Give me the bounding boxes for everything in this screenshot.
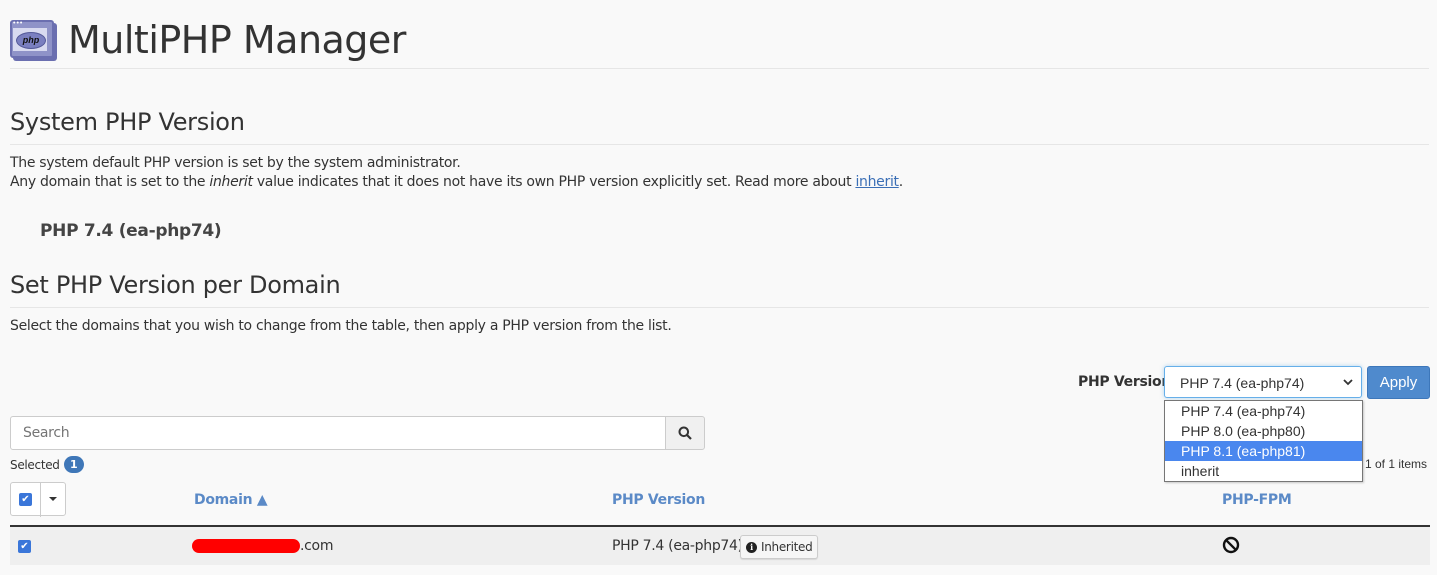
column-header-domain[interactable]: Domain ▲ (194, 492, 268, 508)
bulk-select-dropdown[interactable] (49, 492, 57, 508)
search-group (10, 416, 705, 450)
system-description-line1: The system default PHP version is set by… (10, 155, 461, 171)
system-description-line2: Any domain that is set to the inherit va… (10, 174, 903, 190)
system-description: The system default PHP version is set by… (10, 154, 903, 192)
php-version-dropdown: PHP 7.4 (ea-php74) PHP 8.0 (ea-php80) PH… (1164, 400, 1363, 482)
selected-badge: 1 (63, 456, 84, 473)
info-icon: i (746, 541, 757, 553)
search-input[interactable] (10, 416, 666, 450)
column-header-php-version[interactable]: PHP Version (612, 492, 705, 508)
selected-count: Selected 1 (10, 456, 84, 473)
dropdown-option-php81[interactable]: PHP 8.1 (ea-php81) (1165, 441, 1362, 461)
inherited-badge[interactable]: i Inherited (740, 535, 819, 559)
php-version-select[interactable]: PHP 7.4 (ea-php74) (1164, 366, 1362, 398)
dropdown-option-php74[interactable]: PHP 7.4 (ea-php74) (1165, 401, 1362, 421)
ban-icon (1222, 536, 1240, 559)
php-window-icon: ••• php (10, 20, 56, 60)
inherit-emphasis: inherit (209, 174, 253, 190)
select-all-checkbox[interactable]: ✔ (19, 493, 32, 506)
divider (10, 307, 1429, 308)
dropdown-option-php80[interactable]: PHP 8.0 (ea-php80) (1165, 421, 1362, 441)
bulk-select-control: ✔ (10, 482, 66, 517)
redacted-domain (192, 539, 300, 553)
dropdown-option-inherit[interactable]: inherit (1165, 461, 1362, 481)
system-php-heading: System PHP Version (10, 108, 245, 136)
inherit-link[interactable]: inherit (855, 174, 899, 190)
php-version-label: PHP Version (1078, 374, 1171, 390)
selected-label: Selected (10, 457, 60, 472)
caret-down-icon (49, 497, 57, 501)
items-count: 1 of 1 items (1365, 457, 1428, 471)
system-php-version-value: PHP 7.4 (ea-php74) (40, 221, 222, 241)
php-version-selected-value: PHP 7.4 (ea-php74) (1180, 375, 1305, 391)
divider (10, 68, 1429, 69)
page-header: ••• php MultiPHP Manager (10, 12, 406, 68)
row-checkbox[interactable]: ✔ (18, 540, 31, 553)
domain-instructions: Select the domains that you wish to chan… (10, 318, 672, 334)
table-row: ✔ .com PHP 7.4 (ea-php74) i Inherited (10, 527, 1430, 565)
search-icon (678, 426, 692, 440)
search-button[interactable] (665, 416, 705, 450)
column-header-php-fpm[interactable]: PHP-FPM (1222, 492, 1292, 508)
apply-button[interactable]: Apply (1367, 366, 1430, 399)
divider (10, 144, 1429, 145)
php-version-cell: PHP 7.4 (ea-php74) (612, 538, 743, 554)
domain-cell: .com (300, 538, 334, 554)
domain-php-heading: Set PHP Version per Domain (10, 271, 341, 299)
page-title: MultiPHP Manager (68, 18, 406, 62)
